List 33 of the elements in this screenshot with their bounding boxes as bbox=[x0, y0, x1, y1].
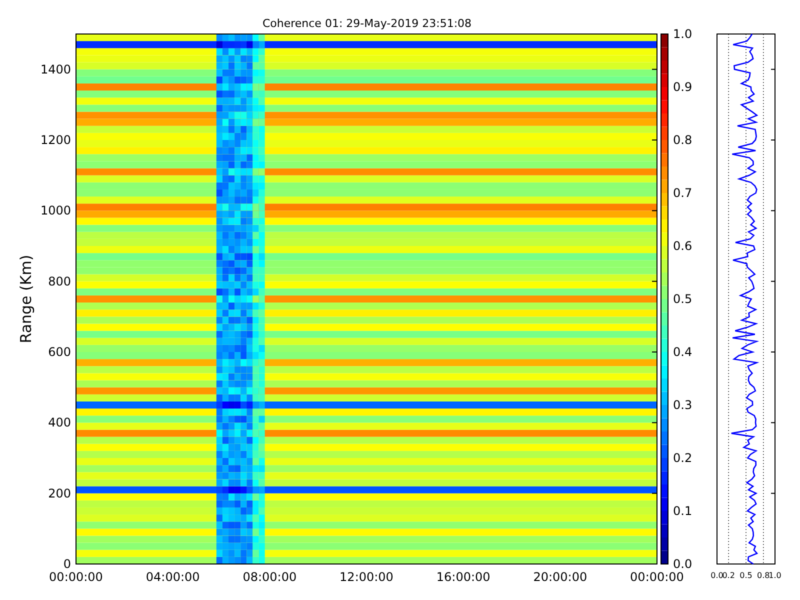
y-tick-label: 800 bbox=[48, 274, 71, 288]
y-tick-label: 200 bbox=[48, 486, 71, 500]
y-tick-label: 1200 bbox=[40, 133, 71, 147]
y-tick-label: 0 bbox=[63, 557, 71, 571]
x-tick-label: 04:00:00 bbox=[146, 570, 200, 584]
colorbar-tick-label: 0.9 bbox=[673, 80, 692, 94]
profile-tick-label: 0.5 bbox=[740, 571, 752, 580]
colorbar-tick-label: 0.0 bbox=[673, 557, 692, 571]
colorbar-tick-label: 0.6 bbox=[673, 239, 692, 253]
colorbar-tick-label: 0.5 bbox=[673, 292, 692, 306]
colorbar-tick-label: 0.4 bbox=[673, 345, 692, 359]
colorbar-tick-label: 0.7 bbox=[673, 186, 692, 200]
profile-tick-label: 0.8 bbox=[757, 571, 770, 580]
x-tick-label: 12:00:00 bbox=[340, 570, 394, 584]
colorbar-tick-label: 0.3 bbox=[673, 398, 692, 412]
y-axis-label: Range (Km) bbox=[17, 254, 35, 344]
colorbar-tick-label: 0.2 bbox=[673, 451, 692, 465]
y-tick-label: 1400 bbox=[40, 62, 71, 76]
y-tick-label: 400 bbox=[48, 416, 71, 430]
colorbar-tick-label: 0.1 bbox=[673, 504, 692, 518]
x-tick-label: 00:00:00 bbox=[49, 570, 103, 584]
x-tick-label: 00:00:00 bbox=[630, 570, 684, 584]
colorbar-tick-label: 1.0 bbox=[673, 27, 692, 41]
y-tick-label: 1000 bbox=[40, 204, 71, 218]
x-tick-label: 16:00:00 bbox=[436, 570, 490, 584]
x-tick-label: 08:00:00 bbox=[242, 570, 297, 584]
profile-tick-label: 1.0 bbox=[768, 571, 782, 580]
y-tick-label: 600 bbox=[48, 345, 71, 359]
x-tick-label: 20:00:00 bbox=[533, 570, 588, 584]
colorbar-tick-label: 0.8 bbox=[673, 133, 692, 147]
profile-tick-label: 0.0 bbox=[710, 571, 724, 580]
profile-tick-label: 0.2 bbox=[722, 571, 735, 580]
chart-title: Coherence 01: 29-May-2019 23:51:08 bbox=[262, 17, 472, 30]
